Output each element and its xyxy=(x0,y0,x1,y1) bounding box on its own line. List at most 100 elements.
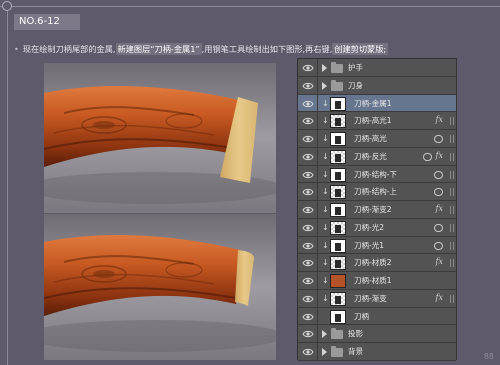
expand-effects-icon[interactable] xyxy=(450,152,454,161)
visibility-eye-icon[interactable] xyxy=(302,241,314,251)
layer-thumbnail xyxy=(330,220,346,235)
expand-arrow-icon[interactable] xyxy=(322,330,327,339)
layer-thumbnail xyxy=(330,167,346,182)
link-mask-icon[interactable] xyxy=(434,170,443,179)
expand-effects-icon[interactable] xyxy=(450,259,454,268)
visibility-eye-icon[interactable] xyxy=(302,276,314,286)
folder-icon xyxy=(331,79,343,91)
instruction-part-1: 现在绘制刀柄尾部的金属, xyxy=(22,44,116,54)
expand-arrow-icon[interactable] xyxy=(322,348,327,356)
thumbnail-shape xyxy=(335,207,341,215)
layer-thumbnail xyxy=(330,114,346,129)
layer-name: 刀柄-光1 xyxy=(354,240,384,250)
clipping-arrow-icon: ↓ xyxy=(322,205,329,214)
visibility-eye-icon[interactable] xyxy=(302,258,314,268)
clipping-arrow-icon: ↓ xyxy=(322,116,329,126)
link-mask-icon[interactable] xyxy=(423,152,432,161)
column-divider xyxy=(317,59,318,76)
visibility-eye-icon[interactable] xyxy=(302,312,314,322)
layer-effects-fx-icon[interactable]: fx xyxy=(436,151,443,160)
expand-effects-icon[interactable] xyxy=(450,135,454,143)
layer-name: 刀柄-结构-上 xyxy=(354,187,397,197)
layer-row[interactable]: ↓ 刀柄-结构-上 xyxy=(298,183,456,201)
visibility-eye-icon[interactable] xyxy=(302,63,314,73)
clipping-arrow-icon: ↓ xyxy=(322,134,329,143)
left-divider xyxy=(7,11,8,365)
column-divider xyxy=(317,201,318,218)
column-divider xyxy=(317,112,318,129)
thumbnail-shape xyxy=(335,224,341,233)
layer-row[interactable]: ↓ 刀柄-材质1 xyxy=(298,272,456,290)
layer-row[interactable]: ↓ 刀柄-金属1 xyxy=(298,94,456,113)
expand-effects-icon[interactable] xyxy=(450,117,454,126)
expand-effects-icon[interactable] xyxy=(450,206,454,214)
link-mask-icon[interactable] xyxy=(434,135,443,143)
visibility-eye-icon[interactable] xyxy=(302,329,314,339)
layer-name: 刀柄-渐变2 xyxy=(354,205,392,214)
layer-effects-fx-icon[interactable]: fx xyxy=(436,257,443,266)
expand-effects-icon[interactable] xyxy=(450,170,454,179)
instruction-highlight-1: 新建图层“刀柄-金属1” xyxy=(115,43,202,55)
layer-row[interactable]: ↓ 刀柄-材质2 fx xyxy=(298,254,456,272)
layer-row[interactable]: ↓ 刀柄-光1 xyxy=(298,236,456,255)
layer-effects-fx-icon[interactable]: fx xyxy=(436,204,443,213)
column-divider xyxy=(317,147,318,165)
expand-effects-icon[interactable] xyxy=(450,223,454,232)
layer-row[interactable]: ↓ 刀柄-渐变2 fx xyxy=(298,201,456,219)
column-divider xyxy=(317,272,318,289)
layer-row[interactable]: ↓ 刀柄-光2 xyxy=(298,218,456,237)
preview-before-clip xyxy=(44,63,276,213)
visibility-eye-icon[interactable] xyxy=(302,187,314,197)
layer-row[interactable]: ↓ 刀柄-结构-下 xyxy=(298,165,456,184)
layer-group-row[interactable]: 投影 xyxy=(298,325,456,343)
visibility-eye-icon[interactable] xyxy=(302,170,314,180)
expand-effects-icon[interactable] xyxy=(450,188,454,197)
clipping-arrow-icon: ↓ xyxy=(322,240,329,250)
layer-group-row[interactable]: 护手 xyxy=(298,59,456,77)
layer-group-row[interactable]: 刀身 xyxy=(298,76,456,95)
expand-effects-icon[interactable] xyxy=(450,294,454,303)
layer-row[interactable]: 刀柄 xyxy=(298,307,456,326)
layer-row[interactable]: ↓ 刀柄-反光 fx xyxy=(298,147,456,166)
top-divider xyxy=(0,6,500,7)
thumbnail-shape xyxy=(335,313,341,322)
link-mask-icon[interactable] xyxy=(434,188,443,197)
thumbnail-shape xyxy=(335,295,341,304)
thumbnail-shape xyxy=(335,100,341,109)
layer-effects-fx-icon[interactable]: fx xyxy=(436,115,443,124)
layer-row[interactable]: ↓ 刀柄-高光1 fx xyxy=(298,112,456,130)
expand-arrow-icon[interactable] xyxy=(322,81,327,90)
visibility-eye-icon[interactable] xyxy=(302,152,314,162)
layer-thumbnail xyxy=(330,149,346,164)
link-mask-icon[interactable] xyxy=(434,241,443,250)
layer-name: 刀柄-高光1 xyxy=(354,116,392,126)
visibility-eye-icon[interactable] xyxy=(302,81,314,91)
instruction-highlight-2: 创建剪切蒙版; xyxy=(332,43,389,55)
layer-thumbnail xyxy=(330,291,346,306)
thumbnail-shape xyxy=(335,189,341,198)
layer-row[interactable]: ↓ 刀柄-渐变 fx xyxy=(298,289,456,308)
column-divider xyxy=(317,254,318,271)
link-mask-icon[interactable] xyxy=(434,223,443,232)
expand-arrow-icon[interactable] xyxy=(322,64,327,72)
clipping-arrow-icon: ↓ xyxy=(322,187,329,197)
layer-effects-fx-icon[interactable]: fx xyxy=(436,293,443,302)
column-divider xyxy=(317,218,318,236)
visibility-eye-icon[interactable] xyxy=(302,134,314,144)
layer-name: 刀柄-材质2 xyxy=(354,258,392,268)
column-divider xyxy=(317,236,318,254)
visibility-eye-icon[interactable] xyxy=(302,205,314,215)
layer-group-row[interactable]: 背景 xyxy=(298,343,456,361)
layer-row[interactable]: ↓ 刀柄-高光 xyxy=(298,130,456,148)
column-divider xyxy=(317,343,318,360)
visibility-eye-icon[interactable] xyxy=(302,116,314,126)
visibility-eye-icon[interactable] xyxy=(302,347,314,357)
clipping-arrow-icon: ↓ xyxy=(322,98,329,108)
visibility-eye-icon[interactable] xyxy=(302,223,314,233)
layer-thumbnail xyxy=(330,309,346,324)
visibility-eye-icon[interactable] xyxy=(302,294,314,304)
folder-icon xyxy=(331,62,343,73)
visibility-eye-icon[interactable] xyxy=(302,99,314,109)
expand-effects-icon[interactable] xyxy=(450,241,454,250)
layers-panel: 护手 刀身 ↓ 刀柄-金属1 ↓ 刀柄-高光1 fx ↓ 刀柄-高光 ↓ 刀柄-反光 fx ↓ 刀柄-结构… xyxy=(297,58,457,361)
